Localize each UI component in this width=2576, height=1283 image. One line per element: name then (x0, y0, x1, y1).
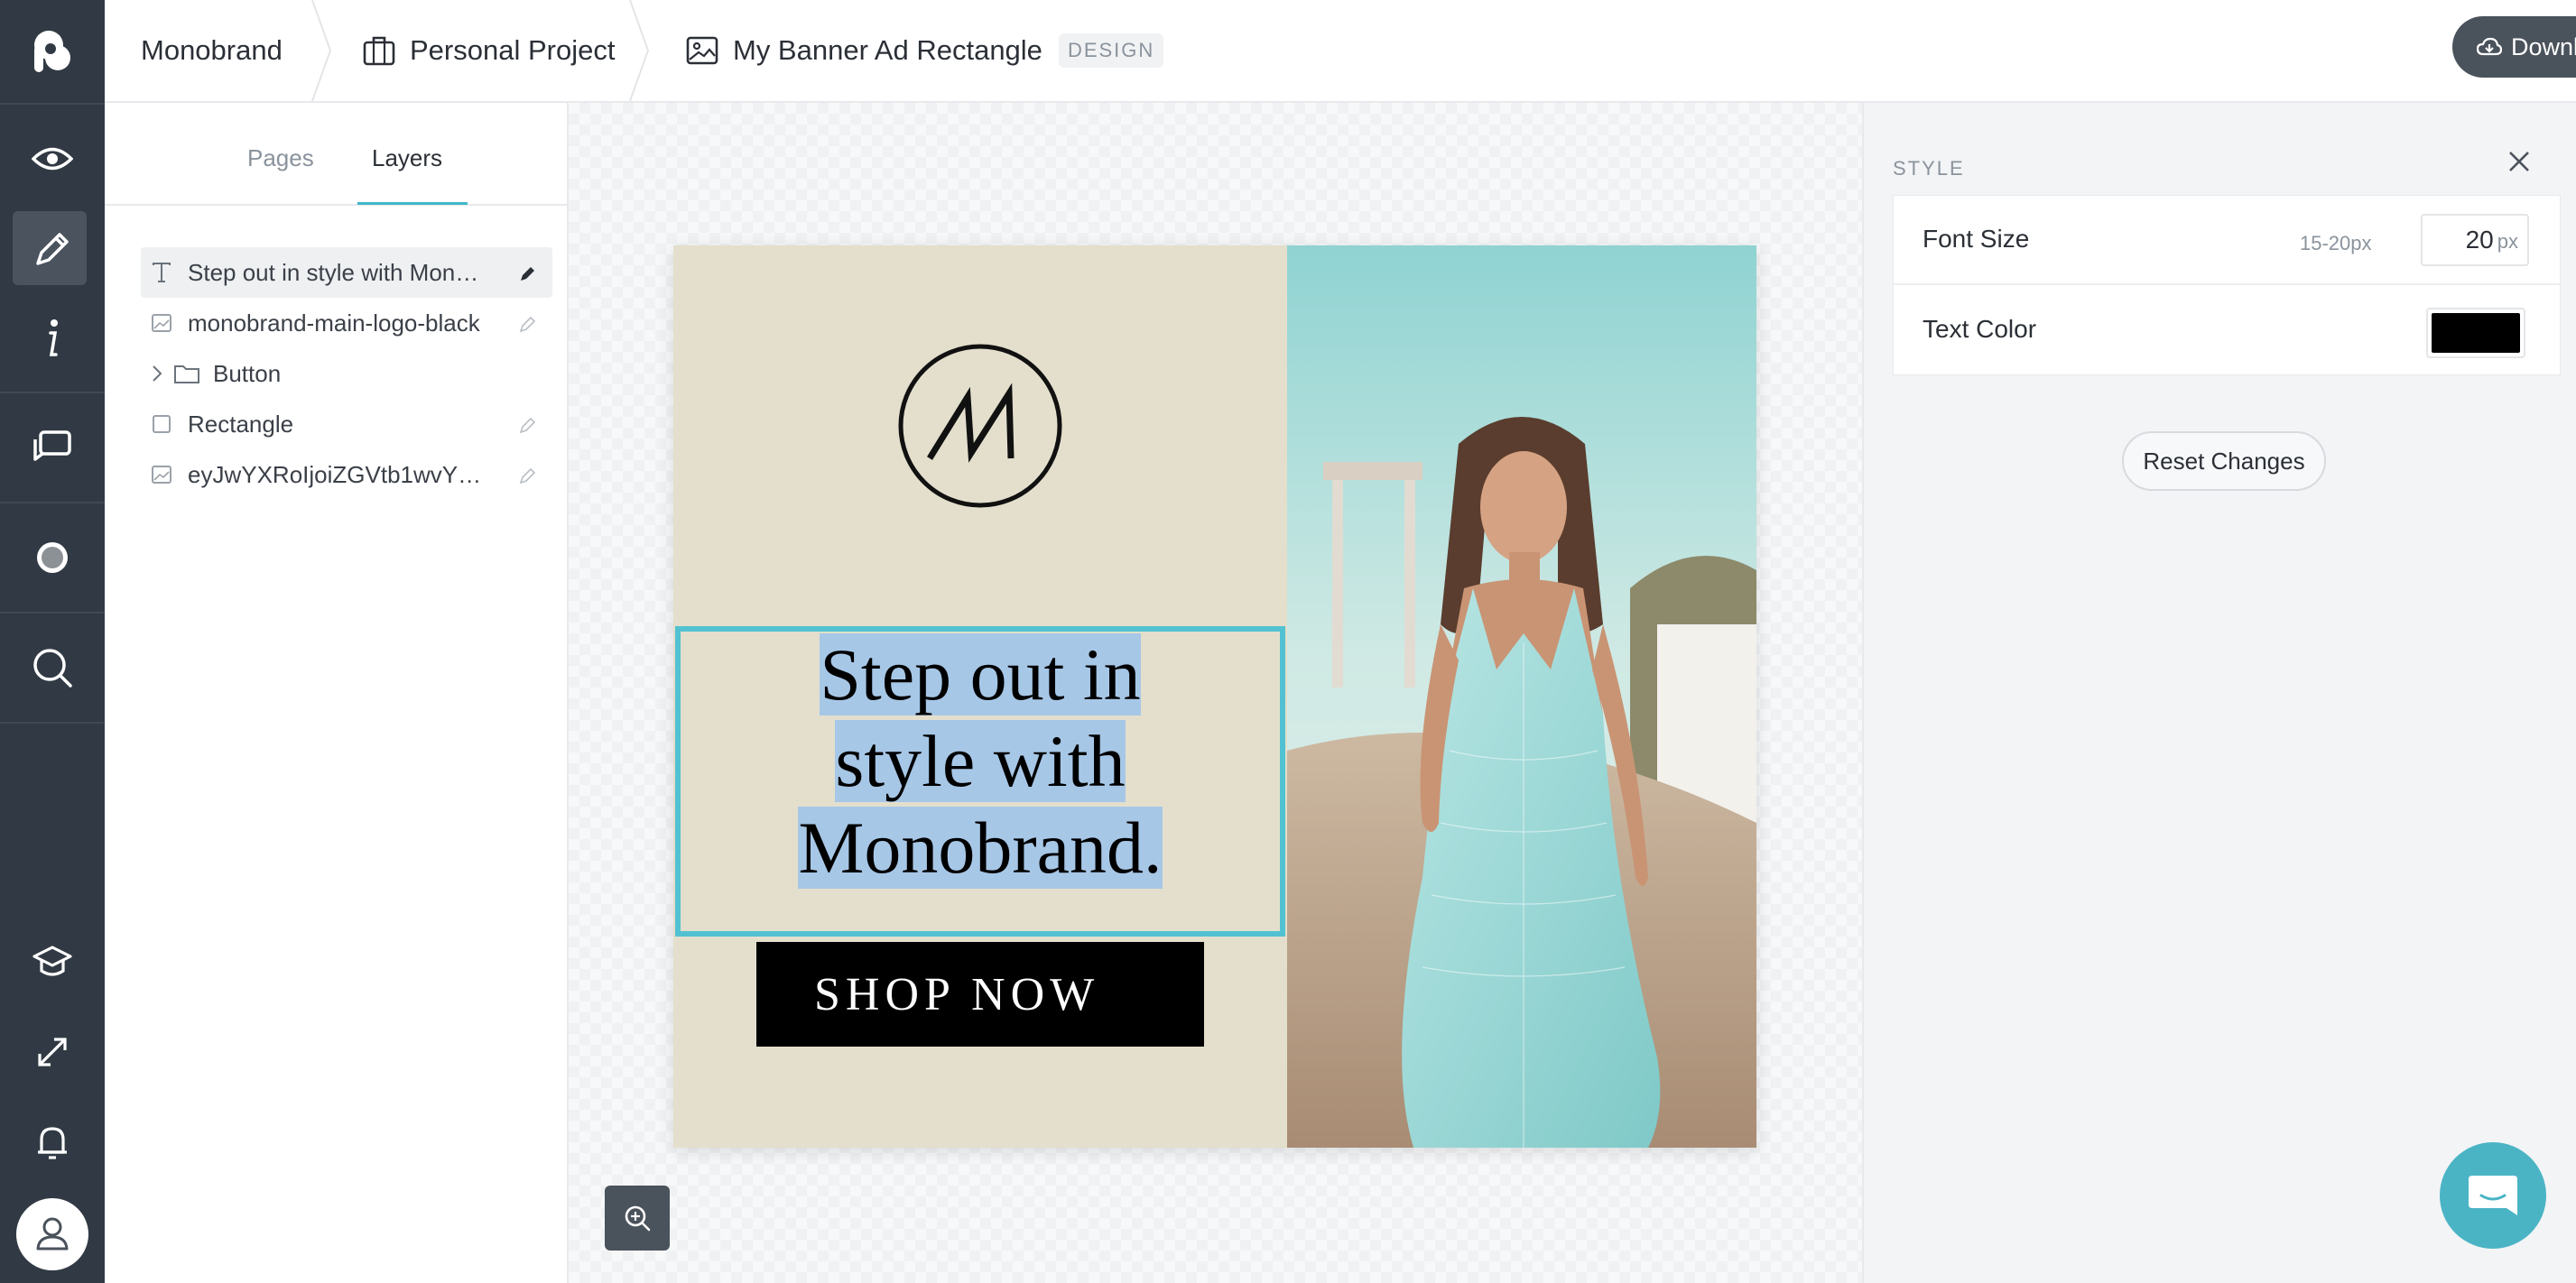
shop-now-label: SHOP NOW (814, 968, 1100, 1020)
support-chat-button[interactable] (2440, 1142, 2546, 1249)
text-color-row: Text Color (1894, 286, 2562, 375)
breadcrumb-document[interactable]: My Banner Ad Rectangle DESIGN (686, 0, 1164, 101)
search-icon[interactable] (0, 615, 105, 720)
cloud-download-icon (2476, 37, 2502, 56)
layer-name: Rectangle (188, 410, 294, 438)
layer-name: eyJwYXRoIjoiZGVtb1wvYWRz (188, 460, 486, 488)
font-size-input[interactable]: 20 px (2421, 214, 2529, 266)
layer-name: monobrand-main-logo-black (188, 309, 480, 337)
headline-line: style with (835, 720, 1126, 802)
model-photo[interactable] (1287, 245, 1756, 1148)
shop-now-button[interactable]: SHOP NOW (756, 942, 1204, 1047)
briefcase-icon (363, 36, 395, 66)
layer-row-rectangle[interactable]: Rectangle (141, 399, 552, 449)
image-frame-icon (686, 36, 718, 65)
active-tab-indicator (357, 202, 468, 205)
style-panel-title: STYLE (1893, 157, 1965, 180)
comments-icon[interactable] (0, 395, 105, 500)
text-color-swatch[interactable] (2426, 308, 2525, 358)
pencil-icon[interactable] (518, 464, 536, 492)
font-size-unit: px (2497, 230, 2518, 253)
image-icon (148, 466, 175, 484)
style-panel: STYLE Font Size 15-20px 20 px Text Color… (1862, 103, 2576, 1283)
rail-divider (0, 502, 105, 503)
design-canvas[interactable]: Step out in style with Monobrand. SHOP N… (569, 103, 1862, 1283)
folder-icon (173, 364, 200, 383)
headline-text[interactable]: Step out in style with Monobrand. (681, 632, 1280, 891)
info-icon[interactable] (0, 287, 105, 392)
font-size-label: Font Size (1923, 225, 2030, 253)
text-icon (148, 262, 175, 283)
download-button[interactable]: Download (2452, 16, 2576, 78)
pencil-icon[interactable] (0, 197, 105, 301)
pencil-icon[interactable] (518, 262, 536, 290)
breadcrumb-separator (629, 0, 650, 101)
rail-divider (0, 722, 105, 724)
top-bar: Monobrand Personal Project My Banner Ad … (105, 0, 2576, 103)
app-logo-icon[interactable] (0, 0, 105, 105)
layer-row-headline[interactable]: Step out in style with Monobrand. (141, 247, 552, 298)
layer-row-logo[interactable]: monobrand-main-logo-black (141, 298, 552, 348)
layer-row-button-group[interactable]: Button (141, 348, 552, 399)
layer-name: Step out in style with Monobrand. (188, 258, 486, 286)
headline-line: Monobrand. (798, 807, 1163, 889)
close-icon[interactable] (2507, 150, 2531, 178)
reset-changes-label: Reset Changes (2143, 447, 2305, 475)
left-icon-rail (0, 0, 105, 1283)
bell-icon[interactable] (0, 1090, 105, 1195)
layer-row-photo[interactable]: eyJwYXRoIjoiZGVtb1wvYWRz (141, 449, 552, 500)
user-avatar-button[interactable] (0, 1182, 105, 1283)
rectangle-icon (148, 414, 175, 434)
text-color-fill (2432, 313, 2520, 353)
monobrand-logo[interactable] (897, 343, 1063, 509)
breadcrumb-workspace[interactable]: Monobrand (141, 0, 283, 101)
layers-panel: Pages Layers Step out in style with Mono… (105, 103, 569, 1283)
graduation-cap-icon[interactable] (0, 909, 105, 1014)
eye-icon[interactable] (0, 106, 105, 211)
chevron-right-icon[interactable] (144, 365, 170, 383)
pencil-icon[interactable] (518, 413, 536, 441)
font-size-range: 15-20px (2300, 232, 2372, 254)
style-properties-card: Font Size 15-20px 20 px Text Color (1893, 195, 2562, 375)
document-name: My Banner Ad Rectangle (733, 34, 1042, 66)
expand-icon[interactable] (0, 1000, 105, 1104)
rail-divider (0, 612, 105, 614)
breadcrumb-project[interactable]: Personal Project (363, 0, 615, 101)
zoom-button[interactable] (605, 1186, 670, 1251)
font-size-row: Font Size 15-20px 20 px (1894, 196, 2562, 285)
headline-line: Step out in (820, 633, 1141, 715)
workspace-name: Monobrand (141, 34, 283, 66)
rail-divider (0, 103, 105, 105)
tab-pages[interactable]: Pages (247, 144, 314, 172)
breadcrumb-separator (311, 0, 332, 101)
pencil-icon[interactable] (518, 312, 536, 340)
zoom-in-icon (625, 1205, 651, 1232)
tab-layers[interactable]: Layers (372, 144, 442, 172)
panel-tabs: Pages Layers (105, 103, 567, 206)
chat-icon (2469, 1176, 2517, 1215)
banner-ad-artboard[interactable]: Step out in style with Monobrand. SHOP N… (673, 245, 1756, 1148)
design-badge: DESIGN (1058, 33, 1164, 68)
project-name: Personal Project (410, 34, 616, 66)
headline-text-selection[interactable]: Step out in style with Monobrand. (675, 626, 1285, 937)
record-icon[interactable] (0, 505, 105, 610)
image-icon (148, 314, 175, 332)
font-size-value: 20 (2465, 226, 2494, 254)
reset-changes-button[interactable]: Reset Changes (2122, 431, 2326, 491)
rail-divider (0, 392, 105, 393)
text-color-label: Text Color (1923, 315, 2037, 343)
layer-name: Button (213, 359, 282, 387)
download-label: Download (2510, 32, 2576, 60)
